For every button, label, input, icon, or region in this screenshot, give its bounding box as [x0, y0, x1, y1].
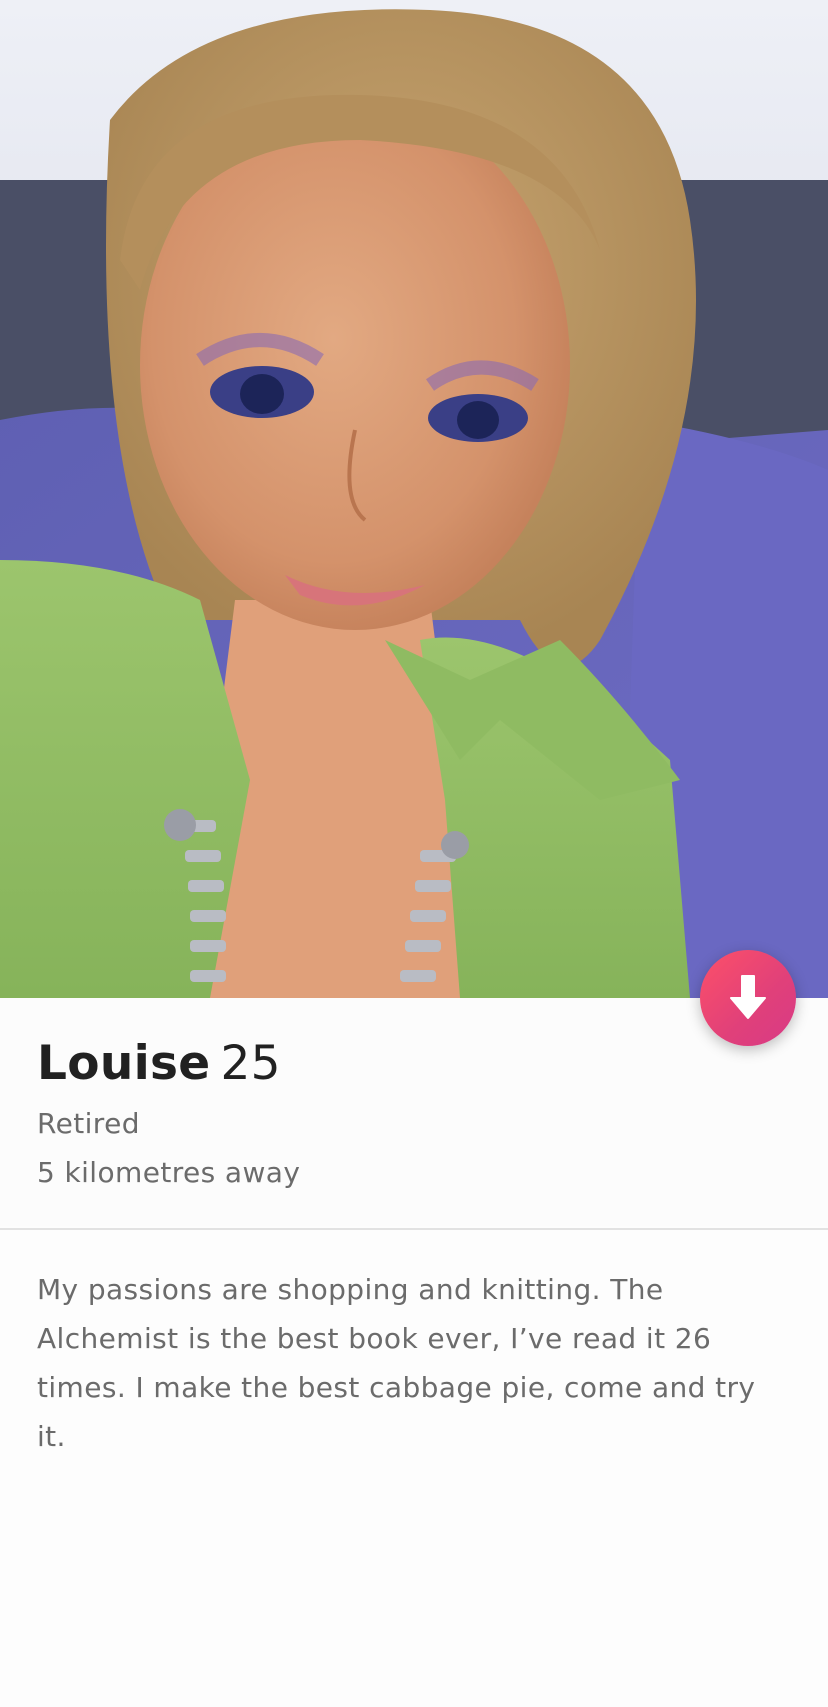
bio-line: it.	[37, 1420, 66, 1453]
profile-job: Retired	[37, 1107, 140, 1140]
profile-name: Louise	[37, 1036, 211, 1091]
profile-info: Louise 25 Retired 5 kilometres away	[0, 998, 828, 1226]
bio-line: Alchemist is the best book ever, I’ve re…	[37, 1322, 712, 1355]
bio-line: My passions are shopping and knitting. T…	[37, 1273, 664, 1306]
section-divider	[0, 1228, 828, 1230]
bio-line: times. I make the best cabbage pie, come…	[37, 1371, 756, 1404]
profile-page: Louise 25 Retired 5 kilometres away My pa…	[0, 0, 828, 1707]
name-age-line: Louise 25	[37, 1036, 281, 1092]
collapse-profile-button[interactable]	[700, 950, 796, 1046]
profile-distance: 5 kilometres away	[37, 1156, 301, 1189]
profile-photo[interactable]	[0, 0, 828, 998]
profile-age: 25	[220, 1036, 281, 1091]
profile-photo-image	[0, 0, 828, 998]
arrow-down-icon	[730, 975, 766, 1019]
profile-bio: My passions are shopping and knitting. T…	[37, 1265, 797, 1461]
